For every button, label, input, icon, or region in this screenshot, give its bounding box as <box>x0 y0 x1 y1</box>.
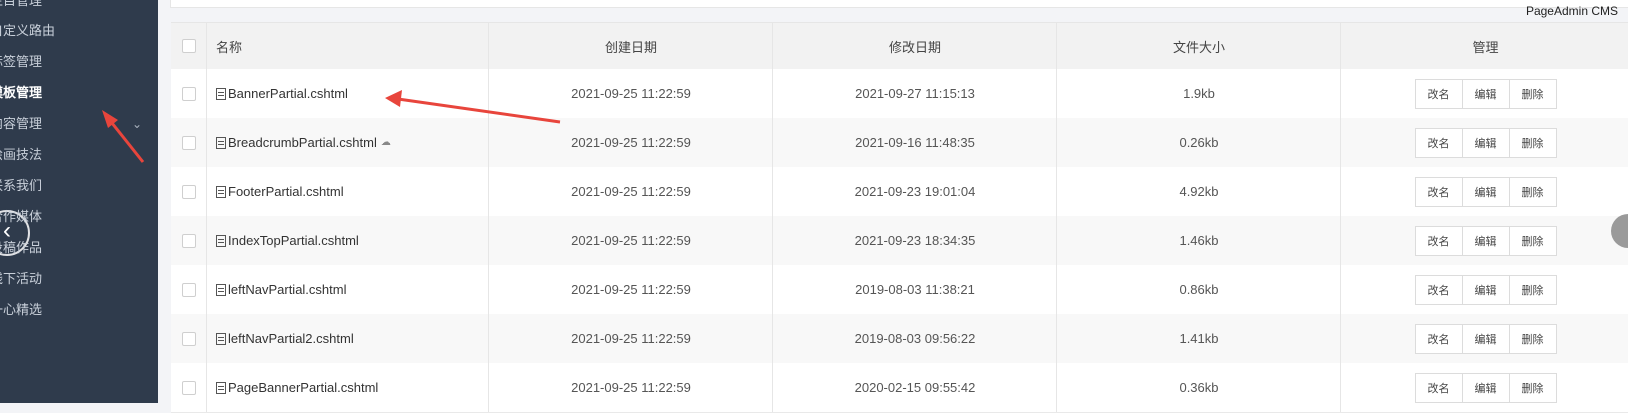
arrow-to-banner-partial <box>385 90 560 122</box>
arrow-to-template-manage <box>102 110 143 162</box>
annotation-arrows <box>0 0 1628 403</box>
